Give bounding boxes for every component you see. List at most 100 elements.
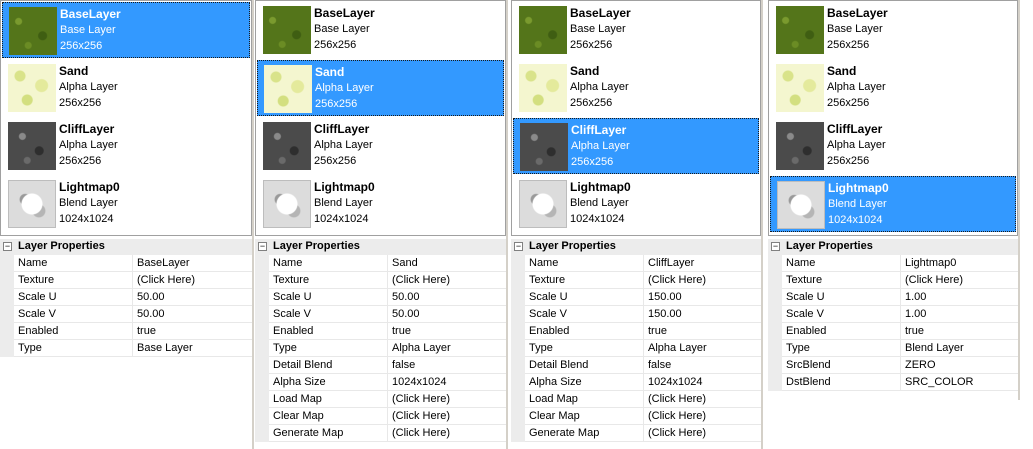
layer-list-item[interactable]: Lightmap0 Blend Layer 1024x1024 xyxy=(2,176,250,232)
layer-list-item[interactable]: CliffLayer Alpha Layer 256x256 xyxy=(770,118,1016,174)
property-row[interactable]: Load Map (Click Here) xyxy=(511,391,761,408)
layer-list-item[interactable]: Sand Alpha Layer 256x256 xyxy=(513,60,759,116)
collapse-icon[interactable]: − xyxy=(771,242,780,251)
properties-category-header[interactable]: − Layer Properties xyxy=(768,239,1018,255)
panel-splitter[interactable] xyxy=(252,0,254,449)
property-value[interactable]: 50.00 xyxy=(388,306,506,323)
property-value[interactable]: BaseLayer xyxy=(133,255,252,272)
layer-list-item[interactable]: Sand Alpha Layer 256x256 xyxy=(2,60,250,116)
property-row[interactable]: Scale V 150.00 xyxy=(511,306,761,323)
property-value[interactable]: 1.00 xyxy=(901,289,1018,306)
property-value[interactable]: 1024x1024 xyxy=(388,374,506,391)
property-value[interactable]: (Click Here) xyxy=(388,272,506,289)
properties-category-header[interactable]: − Layer Properties xyxy=(511,239,761,255)
property-row[interactable]: Clear Map (Click Here) xyxy=(511,408,761,425)
layer-list-item[interactable]: CliffLayer Alpha Layer 256x256 xyxy=(2,118,250,174)
layer-list-item[interactable]: CliffLayer Alpha Layer 256x256 xyxy=(257,118,504,174)
property-row[interactable]: Scale V 50.00 xyxy=(255,306,506,323)
property-row[interactable]: Generate Map (Click Here) xyxy=(255,425,506,442)
property-row[interactable]: Type Blend Layer xyxy=(768,340,1018,357)
property-value[interactable]: true xyxy=(133,323,252,340)
property-value[interactable]: Blend Layer xyxy=(901,340,1018,357)
property-row[interactable]: Alpha Size 1024x1024 xyxy=(255,374,506,391)
property-value[interactable]: (Click Here) xyxy=(388,391,506,408)
panel-splitter[interactable] xyxy=(1018,0,1020,400)
property-row[interactable]: Type Alpha Layer xyxy=(255,340,506,357)
property-value[interactable]: (Click Here) xyxy=(388,408,506,425)
property-row[interactable]: Type Base Layer xyxy=(0,340,252,357)
property-row[interactable]: Texture (Click Here) xyxy=(768,272,1018,289)
collapse-icon[interactable]: − xyxy=(514,242,523,251)
property-row[interactable]: Name Sand xyxy=(255,255,506,272)
property-value[interactable]: 150.00 xyxy=(644,289,761,306)
collapse-icon[interactable]: − xyxy=(258,242,267,251)
property-value[interactable]: (Click Here) xyxy=(901,272,1018,289)
layer-list-item[interactable]: Lightmap0 Blend Layer 1024x1024 xyxy=(770,176,1016,232)
property-value[interactable]: SRC_COLOR xyxy=(901,374,1018,391)
property-value[interactable]: (Click Here) xyxy=(133,272,252,289)
property-row[interactable]: Clear Map (Click Here) xyxy=(255,408,506,425)
property-row[interactable]: Enabled true xyxy=(768,323,1018,340)
panel-splitter[interactable] xyxy=(506,0,508,449)
property-value[interactable]: Lightmap0 xyxy=(901,255,1018,272)
property-row[interactable]: Texture (Click Here) xyxy=(255,272,506,289)
panel-splitter[interactable] xyxy=(761,0,763,449)
property-row[interactable]: Type Alpha Layer xyxy=(511,340,761,357)
property-row[interactable]: Scale U 50.00 xyxy=(255,289,506,306)
property-row[interactable]: DstBlend SRC_COLOR xyxy=(768,374,1018,391)
property-row[interactable]: Alpha Size 1024x1024 xyxy=(511,374,761,391)
property-row[interactable]: Scale U 1.00 xyxy=(768,289,1018,306)
property-value[interactable]: Alpha Layer xyxy=(388,340,506,357)
property-row[interactable]: Load Map (Click Here) xyxy=(255,391,506,408)
property-row[interactable]: Enabled true xyxy=(255,323,506,340)
property-value[interactable]: ZERO xyxy=(901,357,1018,374)
property-row[interactable]: Scale V 1.00 xyxy=(768,306,1018,323)
property-row[interactable]: Detail Blend false xyxy=(255,357,506,374)
layer-list-item[interactable]: Lightmap0 Blend Layer 1024x1024 xyxy=(513,176,759,232)
property-row[interactable]: Texture (Click Here) xyxy=(0,272,252,289)
property-value[interactable]: (Click Here) xyxy=(644,391,761,408)
property-row[interactable]: Enabled true xyxy=(0,323,252,340)
property-row[interactable]: Scale U 150.00 xyxy=(511,289,761,306)
layer-list-item[interactable]: BaseLayer Base Layer 256x256 xyxy=(770,2,1016,58)
property-value[interactable]: 50.00 xyxy=(388,289,506,306)
property-row[interactable]: Scale V 50.00 xyxy=(0,306,252,323)
property-value[interactable]: Alpha Layer xyxy=(644,340,761,357)
property-row[interactable]: Texture (Click Here) xyxy=(511,272,761,289)
property-value[interactable]: (Click Here) xyxy=(644,425,761,442)
property-value[interactable]: 50.00 xyxy=(133,289,252,306)
property-value[interactable]: 1024x1024 xyxy=(644,374,761,391)
layer-list-item[interactable]: CliffLayer Alpha Layer 256x256 xyxy=(513,118,759,174)
property-row[interactable]: Name BaseLayer xyxy=(0,255,252,272)
layer-list-item[interactable]: Lightmap0 Blend Layer 1024x1024 xyxy=(257,176,504,232)
property-value[interactable]: (Click Here) xyxy=(644,272,761,289)
property-value[interactable]: CliffLayer xyxy=(644,255,761,272)
property-value[interactable]: true xyxy=(644,323,761,340)
property-value[interactable]: Base Layer xyxy=(133,340,252,357)
layer-list-item[interactable]: Sand Alpha Layer 256x256 xyxy=(257,60,504,116)
property-value[interactable]: Sand xyxy=(388,255,506,272)
property-value[interactable]: false xyxy=(388,357,506,374)
properties-category-header[interactable]: − Layer Properties xyxy=(0,239,252,255)
property-row[interactable]: Generate Map (Click Here) xyxy=(511,425,761,442)
property-value[interactable]: true xyxy=(388,323,506,340)
property-value[interactable]: 50.00 xyxy=(133,306,252,323)
layer-list-item[interactable]: BaseLayer Base Layer 256x256 xyxy=(513,2,759,58)
layer-list-item[interactable]: BaseLayer Base Layer 256x256 xyxy=(2,2,250,58)
property-row[interactable]: Enabled true xyxy=(511,323,761,340)
property-value[interactable]: 150.00 xyxy=(644,306,761,323)
properties-category-header[interactable]: − Layer Properties xyxy=(255,239,506,255)
property-row[interactable]: Name Lightmap0 xyxy=(768,255,1018,272)
property-row[interactable]: Name CliffLayer xyxy=(511,255,761,272)
property-value[interactable]: false xyxy=(644,357,761,374)
property-value[interactable]: (Click Here) xyxy=(644,408,761,425)
property-row[interactable]: Scale U 50.00 xyxy=(0,289,252,306)
property-row[interactable]: SrcBlend ZERO xyxy=(768,357,1018,374)
layer-list-item[interactable]: Sand Alpha Layer 256x256 xyxy=(770,60,1016,116)
layer-list-item[interactable]: BaseLayer Base Layer 256x256 xyxy=(257,2,504,58)
property-value[interactable]: (Click Here) xyxy=(388,425,506,442)
property-value[interactable]: 1.00 xyxy=(901,306,1018,323)
property-row[interactable]: Detail Blend false xyxy=(511,357,761,374)
property-value[interactable]: true xyxy=(901,323,1018,340)
collapse-icon[interactable]: − xyxy=(3,242,12,251)
